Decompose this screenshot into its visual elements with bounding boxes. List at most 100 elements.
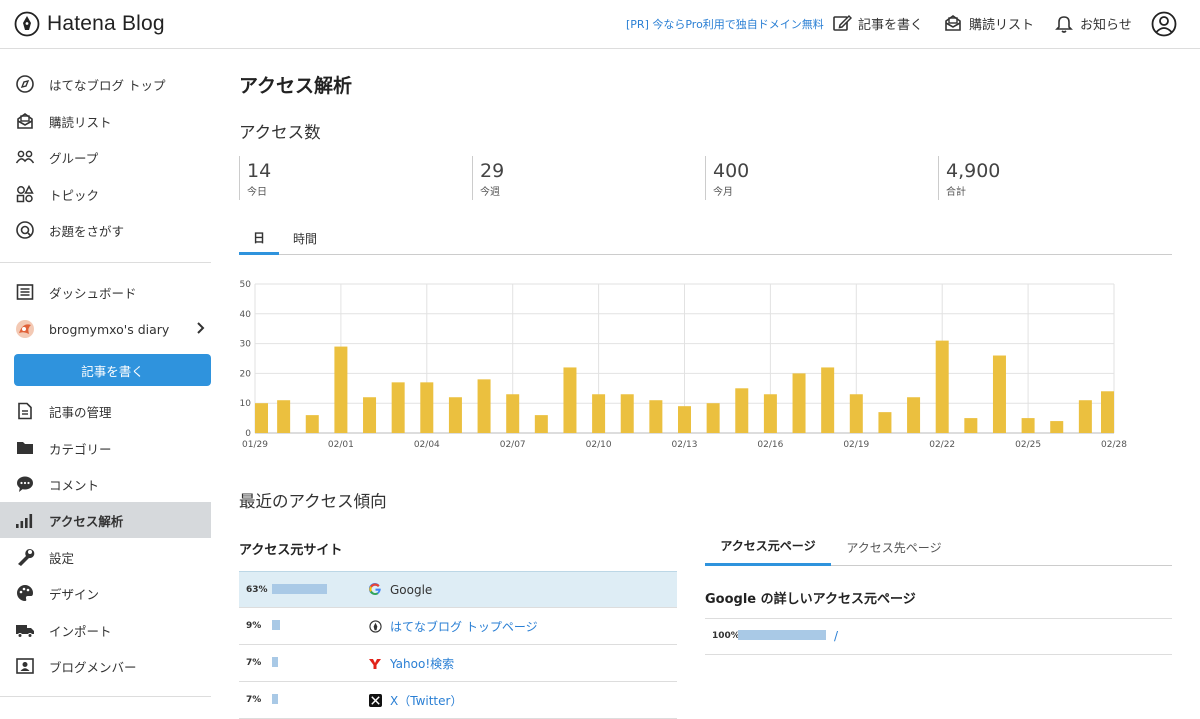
bar — [706, 403, 720, 433]
bar — [649, 400, 663, 433]
sidebar-item-topic[interactable]: トピック — [0, 176, 211, 212]
sidebar-item-design[interactable]: デザイン — [0, 575, 211, 611]
bar — [849, 394, 863, 433]
x-tick-label: 02/19 — [843, 440, 869, 450]
truck-icon — [15, 620, 35, 640]
theme-icon — [15, 220, 35, 240]
referrer-site[interactable]: Yahoo!検索 — [390, 655, 454, 672]
y-tick-label: 10 — [240, 399, 252, 409]
x-tick-label: 02/13 — [672, 440, 698, 450]
referrer-site[interactable]: はてなブログ トップページ — [390, 618, 538, 635]
user-avatar-button[interactable] — [1151, 11, 1177, 41]
bar — [763, 394, 777, 433]
blog-name: brogmymxo's diary — [49, 321, 170, 337]
sidebar-item-label: カテゴリー — [49, 441, 112, 457]
sidebar-item-label: 記事の管理 — [49, 404, 112, 420]
referrer-bar — [272, 657, 279, 667]
sidebar-item-comment[interactable]: コメント — [0, 466, 211, 502]
bar — [678, 406, 691, 433]
sidebar-item-label: ブログメンバー — [49, 659, 137, 675]
reading-list-icon — [945, 15, 961, 31]
detail-title: Google の詳しいアクセス元ページ — [705, 592, 916, 607]
referrer-row[interactable]: 7% Yahoo!検索 — [239, 645, 677, 682]
pr-link[interactable]: [PR] 今ならPro利用で独自ドメイン無料 — [626, 16, 824, 32]
bar — [878, 412, 892, 433]
signal-icon — [15, 510, 35, 530]
x-tick-label: 02/28 — [1101, 440, 1127, 450]
stat-value: 400 — [713, 160, 750, 182]
bar — [506, 394, 520, 433]
user-icon — [1151, 11, 1177, 37]
sidebar-write-button[interactable]: 記事を書く — [14, 354, 211, 386]
bar — [1078, 400, 1092, 433]
referrer-percent: 63% — [246, 584, 268, 595]
bar — [964, 418, 978, 433]
referrer-bar — [272, 620, 280, 630]
sidebar-item-reading-list[interactable]: 購読リスト — [0, 103, 211, 139]
x-tick-label: 02/10 — [586, 440, 612, 450]
sidebar-item-blog-top[interactable]: はてなブログ トップ — [0, 66, 211, 102]
sidebar-item-category[interactable]: カテゴリー — [0, 430, 211, 466]
bar — [477, 379, 491, 433]
header-notifications-button[interactable]: お知らせ — [1054, 13, 1132, 33]
sidebar-item-access-analysis[interactable]: アクセス解析 — [0, 502, 211, 538]
y-tick-label: 40 — [240, 310, 252, 320]
bar — [563, 367, 577, 433]
header-write-button[interactable]: 記事を書く — [832, 13, 923, 33]
sidebar-blog-selector[interactable]: brogmymxo's diary — [0, 311, 211, 347]
header-reading-list-button[interactable]: 購読リスト — [943, 13, 1034, 33]
referrer-row[interactable]: 7% X（Twitter） — [239, 682, 677, 719]
referrer-site[interactable]: X（Twitter） — [390, 692, 462, 709]
sidebar-item-label: お題をさがす — [49, 223, 125, 239]
bar — [305, 415, 319, 433]
member-icon — [15, 656, 35, 676]
stat-label: 今月 — [713, 187, 733, 198]
header-notifications-label: お知らせ — [1080, 17, 1132, 33]
access-count-title: アクセス数 — [239, 123, 321, 142]
referrer-row[interactable]: 63% Google — [239, 571, 677, 608]
tab-destination-pages[interactable]: アクセス先ページ — [835, 528, 953, 566]
tab-day[interactable]: 日 — [239, 222, 279, 255]
folder-icon — [15, 438, 35, 458]
sidebar-item-label: グループ — [49, 150, 99, 166]
bar — [277, 400, 291, 433]
sidebar-item-label: コメント — [49, 477, 100, 493]
detail-path[interactable]: / — [834, 629, 838, 643]
tab-referrer-pages[interactable]: アクセス元ページ — [705, 528, 831, 566]
sidebar-item-theme[interactable]: お題をさがす — [0, 212, 211, 248]
bar — [1021, 418, 1035, 433]
bar — [448, 397, 462, 433]
bar — [391, 382, 405, 433]
sidebar-item-articles[interactable]: 記事の管理 — [0, 393, 211, 429]
stat-label: 今週 — [480, 187, 500, 198]
referrer-title: アクセス元サイト — [239, 543, 343, 558]
sidebar: はてなブログ トップ 購読リスト グループ トピック お題をさがす ダッシュボー… — [0, 49, 211, 704]
hatena-blog-logo[interactable]: Hatena Blog — [14, 11, 165, 37]
blog-avatar — [15, 319, 35, 339]
sidebar-item-import[interactable]: インポート — [0, 612, 211, 648]
google-icon — [368, 583, 382, 597]
tab-hour[interactable]: 時間 — [283, 222, 327, 255]
x-tick-label: 02/16 — [757, 440, 783, 450]
bar — [334, 346, 348, 433]
referrer-row[interactable]: 9% はてなブログ トップページ — [239, 608, 677, 645]
detail-bar — [738, 630, 826, 640]
referrer-bar — [272, 694, 279, 704]
trend-title: 最近のアクセス傾向 — [239, 492, 387, 511]
sidebar-item-label: はてなブログ トップ — [49, 77, 166, 93]
referrer-bar — [272, 584, 327, 594]
sidebar-item-members[interactable]: ブログメンバー — [0, 648, 211, 684]
y-tick-label: 50 — [240, 280, 252, 290]
period-tabs: 日 時間 — [239, 222, 1172, 255]
detail-row[interactable]: 100% / — [705, 618, 1172, 655]
stat-week: 29 今週 — [472, 156, 705, 200]
sidebar-item-group[interactable]: グループ — [0, 139, 211, 175]
x-tick-label: 02/22 — [929, 440, 955, 450]
access-bar-chart: 0 10 20 30 40 50 01/29 02/01 02/04 02/07 02/10 02/1… — [240, 280, 1128, 450]
x-tick-label: 02/04 — [414, 440, 440, 450]
sidebar-item-settings[interactable]: 設定 — [0, 539, 211, 575]
sidebar-item-dashboard[interactable]: ダッシュボード — [0, 274, 211, 310]
top-header: Hatena Blog [PR] 今ならPro利用で独自ドメイン無料 記事を書く… — [0, 0, 1200, 49]
palette-icon — [15, 583, 35, 603]
referrer-percent: 9% — [246, 621, 262, 631]
